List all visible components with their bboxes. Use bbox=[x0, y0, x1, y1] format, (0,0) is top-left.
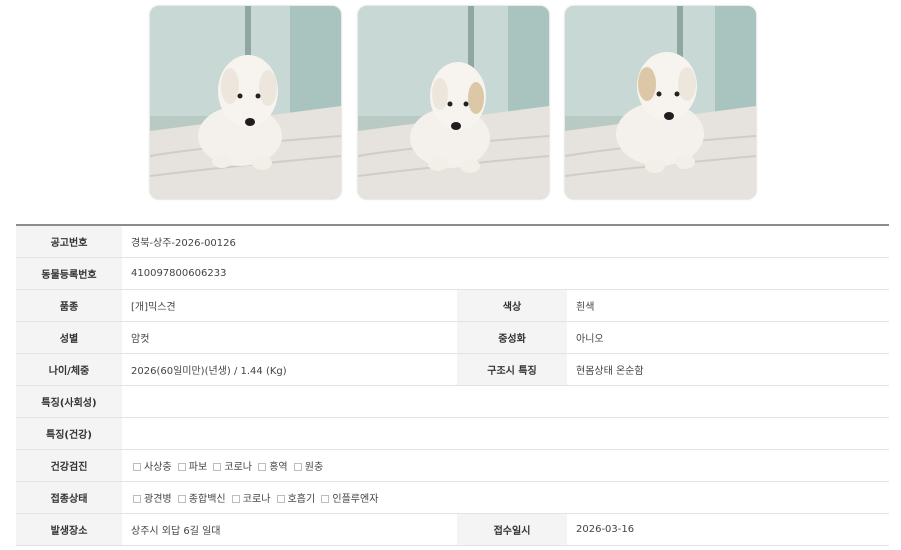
health-feature-value bbox=[122, 417, 890, 450]
rescue-feature-label: 구조시 특징 bbox=[457, 353, 567, 386]
checkup-option-label: 사상충 bbox=[144, 462, 172, 473]
pet-photo-1[interactable] bbox=[150, 6, 341, 199]
vaccine-option[interactable]: 인플루엔자 bbox=[319, 490, 378, 505]
color-label: 색상 bbox=[457, 289, 567, 322]
checkup-option-label: 원충 bbox=[304, 462, 324, 473]
checkup-label: 건강검진 bbox=[16, 449, 122, 482]
social-feature-label: 특징(사회성) bbox=[16, 385, 122, 418]
vaccine-label: 접종상태 bbox=[16, 481, 122, 514]
checkup-option[interactable]: 파보 bbox=[176, 458, 207, 473]
vaccine-option-label: 인플루엔자 bbox=[332, 494, 379, 505]
place-value: 상주시 외답 6길 일대 bbox=[122, 513, 457, 546]
vaccine-option-label: 종합백신 bbox=[188, 494, 226, 505]
table-row: 특징(사회성) bbox=[16, 385, 890, 418]
breed-label: 품종 bbox=[16, 289, 122, 322]
breed-value: [개]믹스견 bbox=[122, 289, 457, 322]
rescue-feature-value: 현몸상태 온순함 bbox=[567, 353, 890, 386]
vaccine-option[interactable]: 코로나 bbox=[230, 490, 271, 505]
notice-no-value: 경북-상주-2026-00126 bbox=[122, 226, 890, 258]
age-weight-value: 2026(60일미만)(년생) / 1.44 (Kg) bbox=[122, 353, 457, 386]
animal-info-table: 공고번호 경북-상주-2026-00126 동물등록번호 41009780060… bbox=[16, 224, 890, 546]
pet-photo-3[interactable] bbox=[565, 6, 756, 199]
checkbox-icon[interactable] bbox=[133, 495, 141, 503]
checkup-option-label: 파보 bbox=[188, 462, 208, 473]
puppy-image-3 bbox=[565, 6, 756, 199]
checkbox-icon[interactable] bbox=[213, 463, 222, 471]
notice-no-label: 공고번호 bbox=[16, 226, 122, 258]
checkbox-icon[interactable] bbox=[177, 495, 186, 503]
checkbox-icon[interactable] bbox=[293, 463, 302, 471]
table-row: 품종 [개]믹스견 색상 흰색 bbox=[16, 289, 890, 322]
puppy-image-1 bbox=[150, 6, 341, 199]
received-date-value: 2026-03-16 bbox=[567, 513, 890, 546]
checkup-option[interactable]: 코로나 bbox=[211, 458, 252, 473]
vaccine-option[interactable]: 종합백신 bbox=[176, 490, 226, 505]
table-row: 공고번호 경북-상주-2026-00126 bbox=[16, 226, 890, 258]
health-feature-label: 특징(건강) bbox=[16, 417, 122, 450]
sex-value: 암컷 bbox=[122, 321, 457, 354]
checkbox-icon[interactable] bbox=[231, 495, 240, 503]
pet-photo-2[interactable] bbox=[358, 6, 549, 199]
checkup-option-label: 홍역 bbox=[269, 462, 288, 473]
checkbox-icon[interactable] bbox=[321, 495, 330, 503]
place-label: 발생장소 bbox=[16, 513, 122, 546]
neuter-value: 아니오 bbox=[567, 321, 890, 354]
checkbox-icon[interactable] bbox=[133, 463, 141, 471]
checkup-option[interactable]: 홍역 bbox=[256, 458, 288, 473]
received-date-label: 접수일시 bbox=[457, 513, 567, 546]
table-row: 성별 암컷 중성화 아니오 bbox=[16, 321, 890, 354]
checkbox-icon[interactable] bbox=[276, 495, 285, 503]
checkup-option[interactable]: 원충 bbox=[292, 458, 323, 473]
checkbox-icon[interactable] bbox=[258, 463, 267, 471]
social-feature-value bbox=[122, 385, 890, 418]
sex-label: 성별 bbox=[16, 321, 122, 354]
reg-no-label: 동물등록번호 bbox=[16, 257, 122, 290]
reg-no-value: 410097800606233 bbox=[122, 257, 890, 290]
checkup-options: 사상충 파보 코로나 홍역 원충 bbox=[122, 449, 890, 482]
table-row: 동물등록번호 410097800606233 bbox=[16, 257, 890, 290]
table-row: 접종상태 광견병 종합백신 코로나 호흡기 인플루엔자 bbox=[16, 481, 890, 514]
vaccine-option-label: 광견병 bbox=[144, 494, 172, 505]
vaccine-options: 광견병 종합백신 코로나 호흡기 인플루엔자 bbox=[122, 481, 890, 514]
neuter-label: 중성화 bbox=[457, 321, 567, 354]
checkup-option-label: 코로나 bbox=[224, 462, 252, 473]
photo-gallery bbox=[150, 6, 756, 200]
vaccine-option[interactable]: 호흡기 bbox=[275, 490, 316, 505]
table-row: 특징(건강) bbox=[16, 417, 890, 450]
vaccine-option[interactable]: 광견병 bbox=[131, 490, 172, 505]
color-value: 흰색 bbox=[567, 289, 890, 322]
puppy-image-2 bbox=[358, 6, 549, 199]
table-row: 건강검진 사상충 파보 코로나 홍역 원충 bbox=[16, 449, 890, 482]
table-row: 발생장소 상주시 외답 6길 일대 접수일시 2026-03-16 bbox=[16, 513, 890, 546]
age-weight-label: 나이/체중 bbox=[16, 353, 122, 386]
checkup-option[interactable]: 사상충 bbox=[131, 458, 172, 473]
vaccine-option-label: 코로나 bbox=[242, 494, 271, 505]
table-row: 나이/체중 2026(60일미만)(년생) / 1.44 (Kg) 구조시 특징… bbox=[16, 353, 890, 386]
checkbox-icon[interactable] bbox=[177, 463, 186, 471]
vaccine-option-label: 호흡기 bbox=[287, 494, 316, 505]
